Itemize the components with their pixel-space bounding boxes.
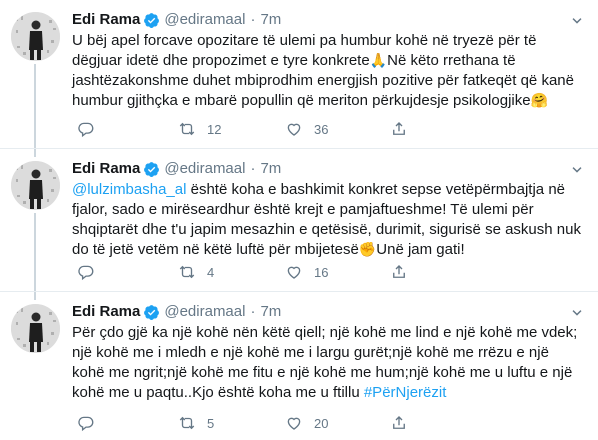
hug-emoji-icon: 🤗 bbox=[530, 92, 549, 108]
author-name[interactable]: Edi Rama bbox=[72, 302, 140, 322]
tweet-text: U bëj apel forcave opozitare të ulemi pa… bbox=[72, 31, 582, 111]
reply-button[interactable] bbox=[77, 262, 106, 282]
heart-icon bbox=[287, 417, 301, 430]
thread-connector bbox=[34, 64, 36, 154]
avatar[interactable] bbox=[11, 12, 60, 61]
tweet-time[interactable]: 7m bbox=[260, 302, 281, 322]
chevron-down-icon[interactable] bbox=[568, 12, 586, 30]
author-name[interactable]: Edi Rama bbox=[72, 10, 140, 30]
retweet-button[interactable]: 4 bbox=[178, 262, 214, 282]
share-button[interactable] bbox=[390, 262, 408, 282]
avatar[interactable] bbox=[11, 304, 60, 353]
tweet-actions: 5 20 bbox=[72, 413, 492, 433]
separator-dot: · bbox=[250, 11, 256, 28]
retweet-button[interactable]: 12 bbox=[178, 119, 221, 139]
tweet-line: dëgjuar idetë dhe propozimet e tyre konk… bbox=[72, 52, 370, 69]
tweet-line: është koha e bashkimit konkret sepse vet… bbox=[186, 181, 565, 198]
retweet-button[interactable]: 5 bbox=[178, 413, 214, 433]
share-icon bbox=[393, 265, 405, 278]
heart-icon bbox=[287, 266, 301, 279]
avatar-image bbox=[11, 304, 60, 353]
tweet-actions: 4 16 bbox=[72, 262, 492, 282]
tweet-time[interactable]: 7m bbox=[260, 159, 281, 179]
tweet-header: Edi Rama @ediramaal · 7m bbox=[72, 158, 281, 180]
author-name[interactable]: Edi Rama bbox=[72, 159, 140, 179]
mention-link[interactable]: @lulzimbasha_al bbox=[72, 181, 186, 198]
tweet-line: do të jetë vetëm në këtë luftë për mbije… bbox=[72, 241, 359, 258]
fist-emoji-icon: ✊ bbox=[358, 241, 377, 257]
tweet-time[interactable]: 7m bbox=[260, 10, 281, 30]
avatar-image bbox=[11, 12, 60, 61]
tweet-actions: 12 36 bbox=[72, 119, 492, 139]
like-button[interactable]: 36 bbox=[285, 119, 328, 139]
reply-icon bbox=[78, 265, 94, 281]
tweet-line: kohë me u paqtu..Kjo është koha me u fti… bbox=[72, 384, 364, 401]
tweet-3[interactable]: Edi Rama @ediramaal · 7m Për çdo gjë ka … bbox=[0, 292, 598, 440]
thread-connector bbox=[34, 292, 36, 300]
tweet-header: Edi Rama @ediramaal · 7m bbox=[72, 9, 281, 31]
tweet-line: jashtëzakonshme duhet mbiprodhim energji… bbox=[72, 72, 574, 89]
tweet-line: humbur gjithçka e mbarë popullin që meri… bbox=[72, 92, 531, 109]
verified-badge-icon bbox=[143, 12, 160, 29]
reply-icon bbox=[78, 416, 94, 432]
thread-connector bbox=[34, 149, 36, 157]
retweet-icon bbox=[179, 265, 195, 279]
like-button[interactable]: 20 bbox=[285, 413, 328, 433]
verified-badge-icon bbox=[143, 304, 160, 321]
like-count: 36 bbox=[314, 121, 329, 137]
chevron-down-icon[interactable] bbox=[568, 304, 586, 322]
share-button[interactable] bbox=[390, 119, 408, 139]
share-button[interactable] bbox=[390, 413, 408, 433]
tweet-text: @lulzimbasha_al është koha e bashkimit k… bbox=[72, 180, 582, 260]
chevron-down-icon[interactable] bbox=[568, 161, 586, 179]
pray-emoji-icon: 🙏 bbox=[369, 52, 388, 68]
tweet-text: Për çdo gjë ka një kohë nën këtë qiell; … bbox=[72, 323, 582, 403]
avatar[interactable] bbox=[11, 161, 60, 210]
tweet-line: Për çdo gjë ka një kohë nën këtë qiell; … bbox=[72, 324, 578, 341]
separator-dot: · bbox=[250, 303, 256, 320]
retweet-icon bbox=[179, 122, 195, 136]
tweet-line: Unë jam gati! bbox=[376, 241, 465, 258]
tweet-line: fjalor, sado e mirëseardhur është krejt … bbox=[72, 201, 534, 218]
tweet-1[interactable]: Edi Rama @ediramaal · 7m U bëj apel forc… bbox=[0, 0, 598, 154]
share-icon bbox=[393, 416, 405, 429]
tweet-header: Edi Rama @ediramaal · 7m bbox=[72, 301, 281, 323]
tweet-line: U bëj apel forcave opozitare të ulemi pa… bbox=[72, 32, 537, 49]
tweet-line: shqiptarët dhe t'u japim mesazhin e qetë… bbox=[72, 221, 581, 238]
share-icon bbox=[393, 122, 405, 135]
verified-badge-icon bbox=[143, 161, 160, 178]
like-count: 16 bbox=[314, 264, 329, 280]
reply-button[interactable] bbox=[77, 413, 106, 433]
reply-button[interactable] bbox=[77, 119, 106, 139]
avatar-image bbox=[11, 161, 60, 210]
thread-connector bbox=[34, 213, 36, 291]
tweet-line: Në këto rrethana të bbox=[387, 52, 516, 69]
tweet-2[interactable]: Edi Rama @ediramaal · 7m @lulzimbasha_al… bbox=[0, 149, 598, 291]
tweet-line: kohë me ngrit;një kohë me fitu e një koh… bbox=[72, 364, 573, 381]
reply-icon bbox=[78, 122, 94, 138]
like-count: 20 bbox=[314, 415, 329, 431]
heart-icon bbox=[287, 123, 301, 136]
author-handle[interactable]: @ediramaal bbox=[164, 10, 245, 30]
retweet-icon bbox=[179, 416, 195, 430]
retweet-count: 4 bbox=[207, 264, 215, 280]
retweet-count: 12 bbox=[207, 121, 222, 137]
separator-dot: · bbox=[250, 160, 256, 177]
tweet-line: një kohë me i mledh e një kohë me i larg… bbox=[72, 344, 549, 361]
like-button[interactable]: 16 bbox=[285, 262, 328, 282]
retweet-count: 5 bbox=[207, 415, 215, 431]
author-handle[interactable]: @ediramaal bbox=[164, 159, 245, 179]
hashtag-link[interactable]: #PërNjerëzit bbox=[364, 384, 447, 401]
author-handle[interactable]: @ediramaal bbox=[164, 302, 245, 322]
